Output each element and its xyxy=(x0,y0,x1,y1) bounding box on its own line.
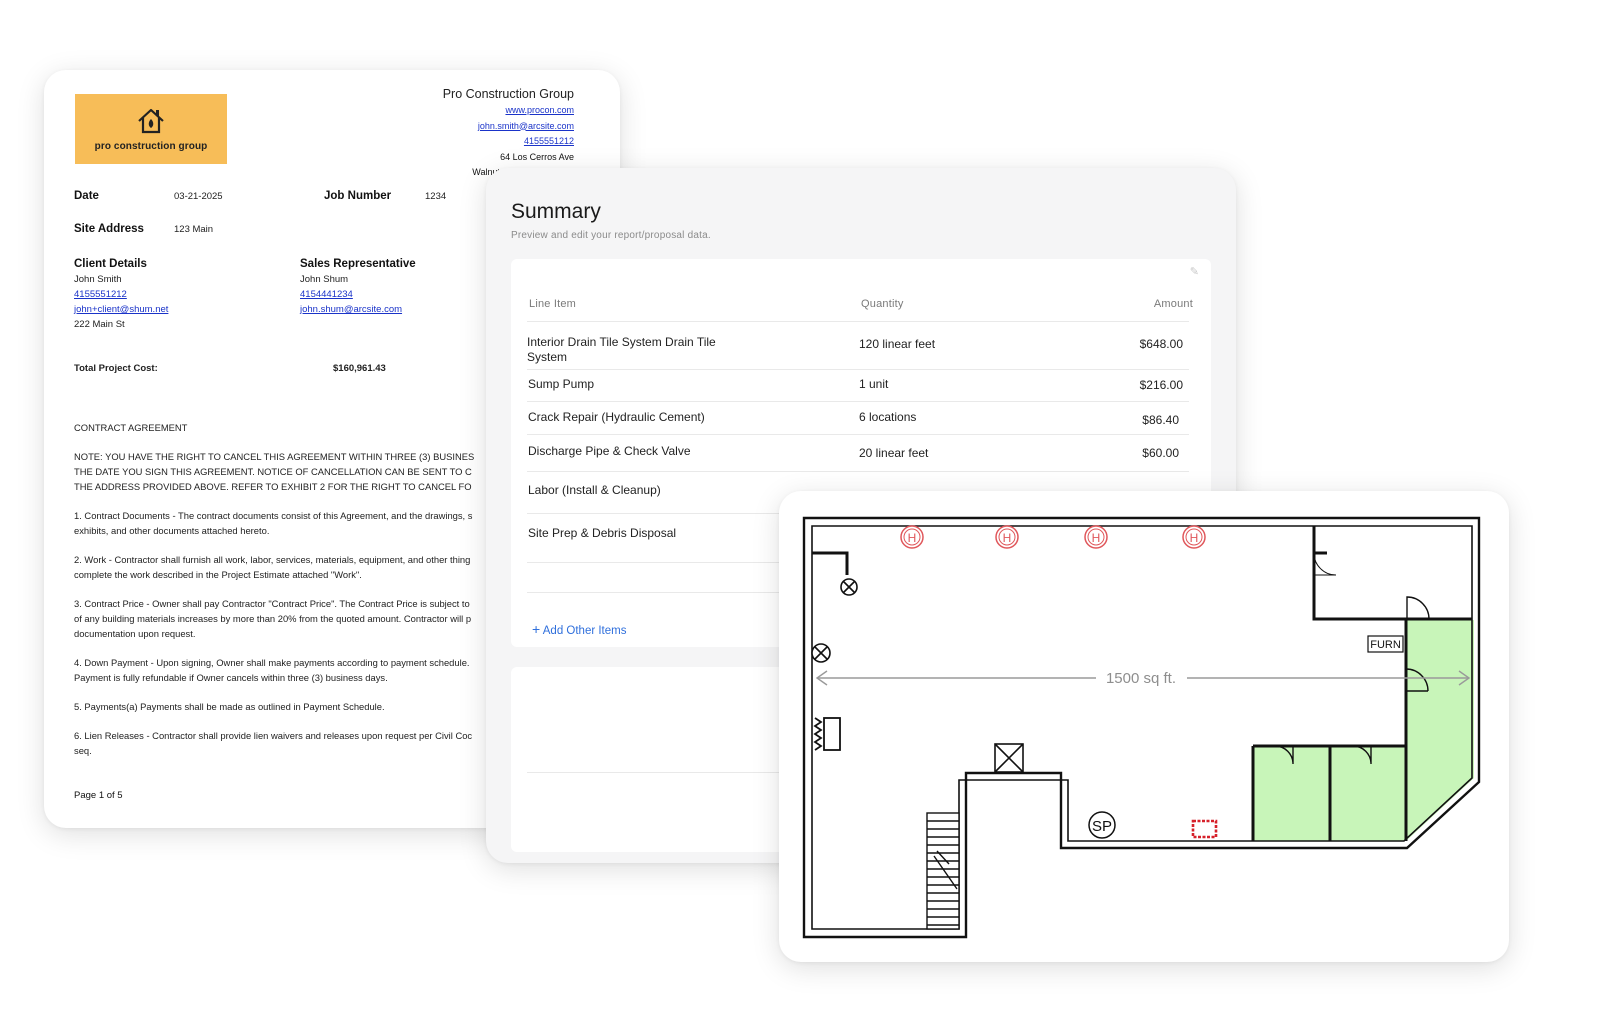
line-item-amount[interactable]: $216.00 xyxy=(1140,378,1183,393)
client-details-heading: Client Details xyxy=(74,258,147,270)
client-email-link[interactable]: john+client@shum.net xyxy=(74,302,168,317)
line-item-name[interactable]: Crack Repair (Hydraulic Cement) xyxy=(528,410,705,425)
line-item-quantity[interactable]: 120 linear feet xyxy=(859,337,935,352)
row-divider xyxy=(527,434,1189,435)
page-number: Page 1 of 5 xyxy=(74,790,123,801)
clause-line: 6. Lien Releases - Contractor shall prov… xyxy=(74,730,473,741)
staircase[interactable] xyxy=(926,812,960,930)
site-address-value: 123 Main xyxy=(174,224,214,235)
column-header-line-item: Line Item xyxy=(529,298,577,310)
line-item-name[interactable]: Labor (Install & Cleanup) xyxy=(528,483,661,498)
clause-line: exhibits, and other documents attached h… xyxy=(74,525,270,536)
exterior-walls xyxy=(802,516,1481,939)
client-name: John Smith xyxy=(74,274,122,285)
radiator-icon[interactable] xyxy=(813,717,841,751)
heater-icon[interactable]: H xyxy=(1084,525,1108,549)
line-item-name[interactable]: Interior Drain Tile System Drain Tile Sy… xyxy=(527,335,757,365)
company-logo: pro construction group xyxy=(75,94,227,164)
furnace-label: FURN xyxy=(1370,639,1401,651)
client-phone-link[interactable]: 4155551212 xyxy=(74,287,168,302)
line-item-quantity[interactable]: 6 locations xyxy=(859,410,916,425)
heater-label: H xyxy=(1003,531,1012,545)
row-divider xyxy=(527,401,1189,402)
header-divider xyxy=(527,321,1189,322)
plus-icon: + xyxy=(532,621,541,637)
client-address: 222 Main St xyxy=(74,319,125,330)
sales-representative: Sales Representative John Shum 415444123… xyxy=(300,256,416,317)
sump-pump-label: SP xyxy=(1092,818,1112,835)
area-label: 1500 sq ft. xyxy=(1106,670,1176,687)
column-header-amount: Amount xyxy=(1153,298,1193,310)
row-divider xyxy=(527,471,1189,472)
house-icon xyxy=(138,108,164,133)
sales-rep-heading: Sales Representative xyxy=(300,258,416,270)
company-street: 64 Los Cerros Ave xyxy=(500,151,574,162)
heater-icon[interactable]: H xyxy=(995,525,1019,549)
sales-rep-phone-link[interactable]: 4154441234 xyxy=(300,287,416,302)
light-fixture-icon[interactable] xyxy=(811,643,831,663)
line-item-name[interactable]: Site Prep & Debris Disposal xyxy=(528,526,676,541)
clause-line: documentation upon request. xyxy=(74,628,196,639)
furnace-icon[interactable]: FURN xyxy=(1367,635,1404,653)
total-cost-label: Total Project Cost: xyxy=(74,363,158,374)
sales-rep-email-link[interactable]: john.shum@arcsite.com xyxy=(300,302,416,317)
line-item-amount[interactable]: $86.40 xyxy=(1142,413,1179,428)
light-fixture-icon[interactable] xyxy=(840,578,858,596)
total-cost-value: $160,961.43 xyxy=(333,363,386,374)
red-marker-icon[interactable] xyxy=(1191,819,1218,839)
company-phone-link[interactable]: 4155551212 xyxy=(443,134,574,150)
heater-icon[interactable]: H xyxy=(900,525,924,549)
room-middle[interactable] xyxy=(1330,746,1406,841)
note-line: NOTE: YOU HAVE THE RIGHT TO CANCEL THIS … xyxy=(74,451,475,462)
clause-line: seq. xyxy=(74,745,92,756)
site-address-label: Site Address xyxy=(74,223,144,235)
date-label: Date xyxy=(74,190,99,202)
column-header-quantity: Quantity xyxy=(861,298,904,310)
client-details: Client Details John Smith 4155551212 joh… xyxy=(74,256,168,332)
company-info: Pro Construction Group www.procon.com jo… xyxy=(443,86,574,181)
job-number-label: Job Number xyxy=(324,190,392,202)
clause-line: complete the work described in the Proje… xyxy=(74,569,362,580)
note-line: THE DATE YOU SIGN THIS AGREEMENT. NOTICE… xyxy=(74,466,472,477)
clause-line: 5. Payments(a) Payments shall be made as… xyxy=(74,701,385,712)
edit-pencil-icon[interactable]: ✎ xyxy=(1190,265,1199,278)
clause-line: 1. Contract Documents - The contract doc… xyxy=(74,510,473,521)
line-item-name[interactable]: Discharge Pipe & Check Valve xyxy=(528,444,691,459)
company-email-link[interactable]: john.smith@arcsite.com xyxy=(443,119,574,135)
clause-line: of any building materials increases by m… xyxy=(74,613,472,624)
line-item-amount[interactable]: $648.00 xyxy=(1140,337,1183,352)
heater-label: H xyxy=(1092,531,1101,545)
clause-line: 2. Work - Contractor shall furnish all w… xyxy=(74,554,471,565)
heater-label: H xyxy=(908,531,917,545)
clause-line: 3. Contract Price - Owner shall pay Cont… xyxy=(74,598,470,609)
heater-markers[interactable]: H H H H xyxy=(900,525,1206,549)
floor-plan[interactable]: H H H H 1500 sq ft. FURN SP xyxy=(779,491,1509,962)
heater-icon[interactable]: H xyxy=(1182,525,1206,549)
row-divider xyxy=(527,369,1189,370)
line-item-amount[interactable]: $60.00 xyxy=(1142,446,1179,461)
company-name: Pro Construction Group xyxy=(442,87,574,101)
add-other-items-label: Add Other Items xyxy=(542,625,627,637)
logo-text: pro construction group xyxy=(94,140,208,152)
date-value: 03-21-2025 xyxy=(174,191,223,202)
clause-line: 4. Down Payment - Upon signing, Owner sh… xyxy=(74,657,470,668)
room-left[interactable] xyxy=(1253,746,1330,841)
floor-plan-card: H H H H 1500 sq ft. FURN SP xyxy=(779,491,1509,962)
summary-subtitle: Preview and edit your report/proposal da… xyxy=(511,230,711,241)
note-line: THE ADDRESS PROVIDED ABOVE. REFER TO EXH… xyxy=(74,481,472,492)
add-other-items-button[interactable]: + Add Other Items xyxy=(532,621,626,637)
heater-label: H xyxy=(1190,531,1199,545)
sump-pump-icon[interactable]: SP xyxy=(1088,811,1116,839)
access-hatch-icon[interactable] xyxy=(994,743,1024,773)
clause-line: Payment is fully refundable if Owner can… xyxy=(74,672,388,683)
summary-title: Summary xyxy=(511,200,601,223)
line-item-quantity[interactable]: 20 linear feet xyxy=(859,446,928,461)
job-number-value: 1234 xyxy=(425,191,447,202)
sales-rep-name: John Shum xyxy=(300,274,349,285)
line-item-quantity[interactable]: 1 unit xyxy=(859,377,888,392)
company-website-link[interactable]: www.procon.com xyxy=(443,103,574,119)
line-item-name[interactable]: Sump Pump xyxy=(528,377,594,392)
